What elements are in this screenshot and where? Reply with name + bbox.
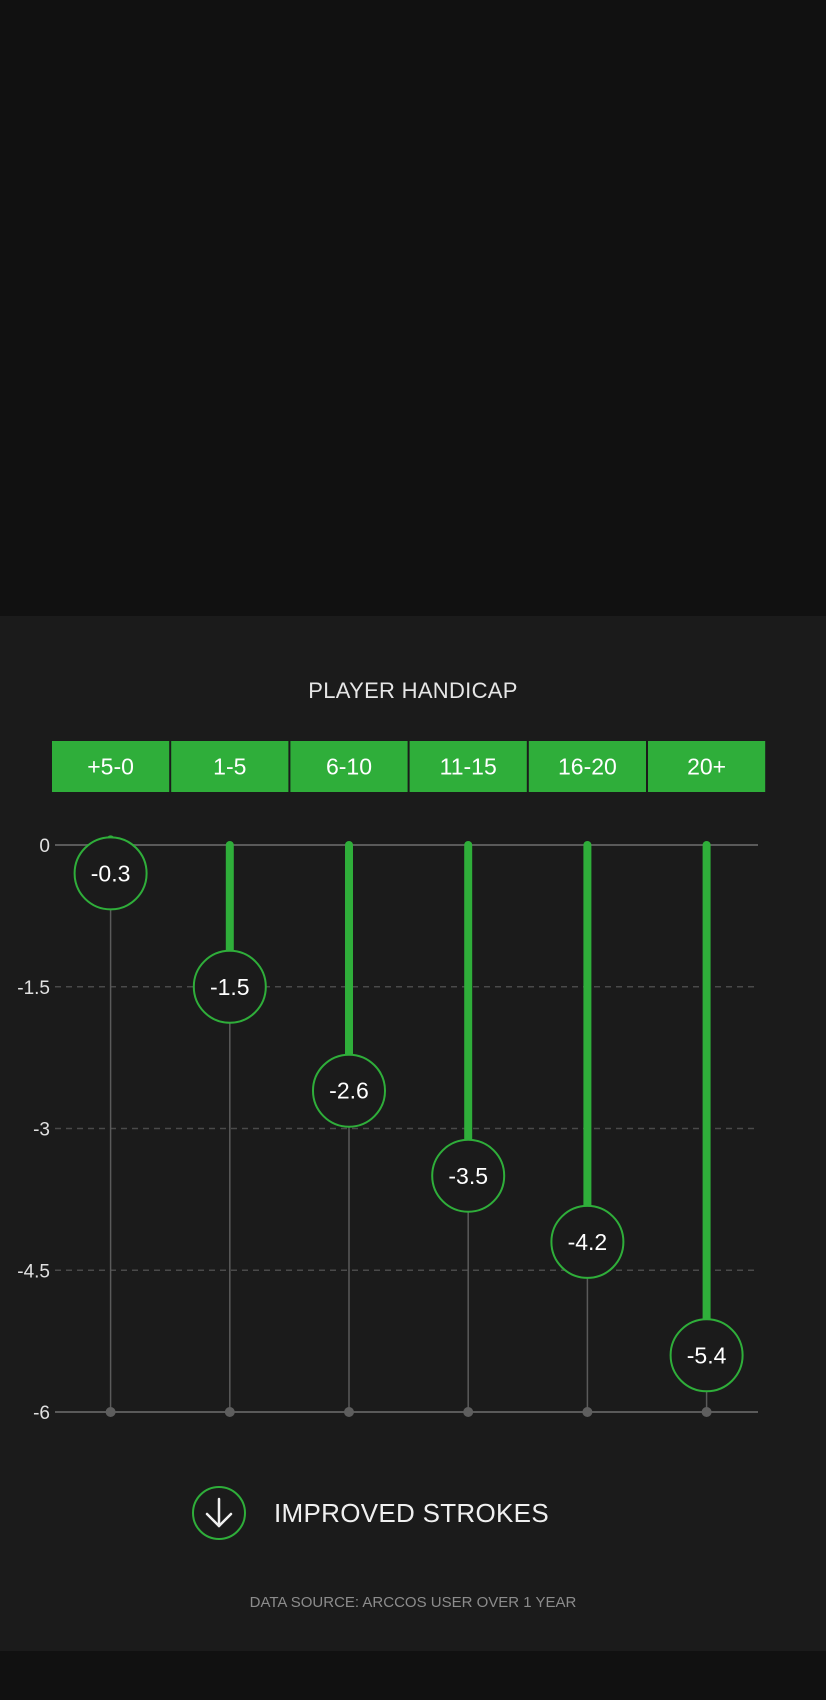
down-arrow-icon [192, 1486, 246, 1540]
category-label: +5-0 [87, 754, 134, 780]
page: PLAYER HANDICAP +5-0 1-5 6-10 11-15 16-20 20+… [0, 0, 826, 1700]
bottom-blank-area [0, 1651, 826, 1700]
y-tick-label: -3 [33, 1120, 50, 1141]
category-label: 11-15 [440, 754, 497, 780]
baseline-dot [582, 1407, 593, 1417]
chart-panel: PLAYER HANDICAP +5-0 1-5 6-10 11-15 16-20 20+… [0, 616, 826, 1651]
category-label: 6-10 [326, 754, 372, 780]
y-tick-label: -1.5 [17, 978, 50, 999]
data-label: -3.5 [448, 1163, 488, 1189]
category-label: 20+ [687, 754, 726, 780]
y-tick-label: -6 [33, 1403, 50, 1424]
category-label: 16-20 [558, 754, 617, 780]
baseline-dot [105, 1407, 116, 1417]
y-tick-label: -4.5 [17, 1261, 50, 1282]
baseline-dot [463, 1407, 474, 1417]
data-label: -5.4 [687, 1342, 727, 1368]
baseline-dot [344, 1407, 354, 1417]
category-label: 1-5 [213, 754, 246, 780]
data-label: -1.5 [210, 974, 250, 1000]
legend-label: IMPROVED STROKES [274, 1497, 549, 1528]
data-source-note: DATA SOURCE: ARCCOS USER OVER 1 YEAR [249, 1594, 577, 1611]
data-label: -4.2 [568, 1229, 608, 1255]
data-label: -2.6 [329, 1078, 369, 1104]
baseline-dot [701, 1407, 712, 1417]
top-blank-area [0, 0, 826, 616]
data-label: -0.3 [91, 860, 131, 886]
legend: IMPROVED STROKES [192, 1486, 549, 1540]
baseline-dot [224, 1407, 235, 1417]
y-tick-label: 0 [39, 836, 50, 857]
